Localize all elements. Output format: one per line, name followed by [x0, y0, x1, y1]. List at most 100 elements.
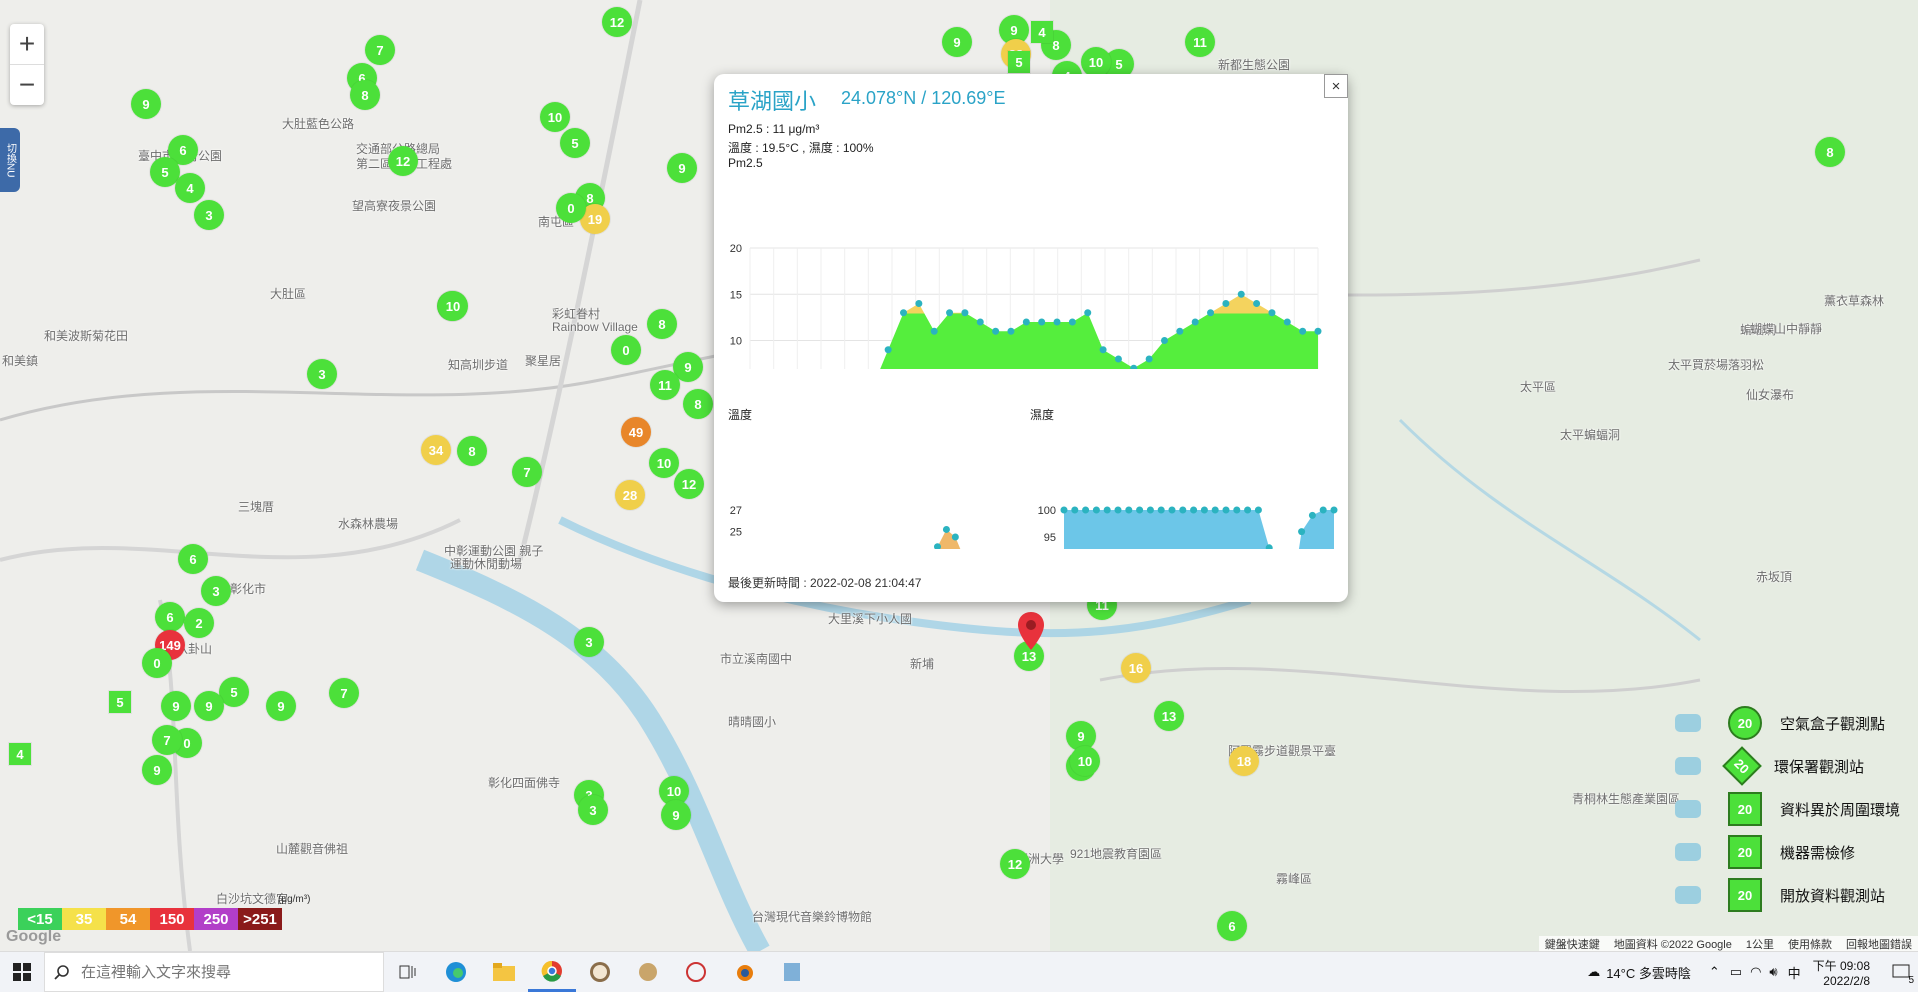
data-point [1130, 364, 1138, 369]
sensor-marker[interactable]: 12 [388, 146, 418, 176]
sensor-marker[interactable]: 0 [611, 335, 641, 365]
sensor-marker[interactable]: 10 [649, 448, 679, 478]
sensor-marker[interactable]: 9 [161, 691, 191, 721]
sensor-marker[interactable]: 9 [667, 153, 697, 183]
side-panel-tab[interactable]: 切換NU [0, 128, 20, 192]
sensor-marker[interactable]: 6 [1217, 911, 1247, 941]
attribution-link[interactable]: 地圖資料 ©2022 Google [1614, 936, 1732, 951]
sensor-marker[interactable]: 7 [365, 35, 395, 65]
sensor-marker[interactable]: 3 [194, 200, 224, 230]
data-point [961, 309, 969, 317]
sensor-marker[interactable]: 5 [1008, 51, 1030, 73]
sensor-marker[interactable]: 8 [457, 436, 487, 466]
sensor-marker[interactable]: 4 [9, 743, 31, 765]
game-app-icon[interactable] [624, 952, 672, 992]
sensor-marker[interactable]: 12 [1000, 849, 1030, 879]
sensor-marker[interactable]: 3 [307, 359, 337, 389]
sensor-marker[interactable]: 12 [602, 7, 632, 37]
sensor-marker[interactable]: 11 [1185, 27, 1215, 57]
location-pin-icon[interactable] [1018, 612, 1044, 655]
y-tick-label: 27 [730, 505, 742, 517]
humidity-chart: 80859095100 [1038, 505, 1338, 549]
data-point [1233, 506, 1241, 514]
map-canvas[interactable]: 大肚區和美鎮和美波斯菊花田大肚藍色公路臺中市政府公園交通部公路總局第二區養護工程… [0, 0, 1918, 951]
attribution-link[interactable]: 鍵盤快速鍵 [1545, 936, 1600, 951]
sensor-marker[interactable]: 9 [266, 691, 296, 721]
sensor-marker[interactable]: 9 [194, 691, 224, 721]
sensor-marker[interactable]: 9 [942, 27, 972, 57]
sensor-marker[interactable]: 4 [1031, 21, 1053, 43]
sensor-marker[interactable]: 28 [615, 480, 645, 510]
notification-icon[interactable]: 5 [1884, 952, 1918, 992]
clock[interactable]: 下午 09:08 2022/2/8 [1813, 957, 1870, 988]
area-fill [1064, 510, 1334, 549]
data-point [1298, 528, 1306, 536]
windows-start-icon[interactable] [0, 952, 44, 992]
sensor-marker[interactable]: 8 [647, 309, 677, 339]
legend-label: 開放資料觀測站 [1780, 887, 1886, 905]
sensor-marker[interactable]: 16 [1121, 653, 1151, 683]
clock-app-icon[interactable] [576, 952, 624, 992]
sensor-marker[interactable]: 34 [421, 435, 451, 465]
data-point [1060, 506, 1068, 514]
search-input[interactable] [79, 962, 363, 982]
sensor-marker[interactable]: 7 [329, 678, 359, 708]
sensor-marker[interactable]: 5 [560, 128, 590, 158]
sensor-marker[interactable]: 9 [142, 755, 172, 785]
battery-icon[interactable]: ▭ [1730, 964, 1742, 980]
task-view-icon[interactable] [384, 952, 432, 992]
notes-app-icon[interactable] [768, 952, 816, 992]
sensor-marker[interactable]: 10 [438, 291, 468, 321]
zoom-out-button[interactable]: − [10, 64, 44, 105]
chrome-browser-icon[interactable] [528, 952, 576, 992]
taskbar-search[interactable] [44, 952, 384, 992]
sensor-marker[interactable]: 13 [1154, 701, 1184, 731]
zoom-in-button[interactable]: + [10, 24, 44, 64]
sensor-marker[interactable]: 10 [540, 102, 570, 132]
sensor-marker[interactable]: 7 [512, 457, 542, 487]
attribution-link[interactable]: 使用條款 [1788, 936, 1832, 951]
attribution-link[interactable]: 回報地圖錯誤 [1846, 936, 1912, 951]
sensor-marker[interactable]: 10 [1070, 746, 1100, 776]
sensor-marker[interactable]: 11 [650, 370, 680, 400]
data-point [930, 327, 938, 335]
sensor-marker[interactable]: 3 [574, 627, 604, 657]
close-icon[interactable]: × [1324, 74, 1348, 98]
weather-reading: 溫度 : 19.5°C , 濕度 : 100% [728, 141, 874, 155]
chevron-up-icon[interactable]: ⌃ [1709, 964, 1720, 980]
sensor-marker[interactable]: 4 [175, 173, 205, 203]
network-app-icon[interactable] [672, 952, 720, 992]
sensor-marker[interactable]: 8 [683, 389, 713, 419]
blender-icon[interactable] [720, 952, 768, 992]
sensor-marker[interactable]: 3 [201, 576, 231, 606]
data-point [951, 533, 959, 541]
sensor-marker[interactable]: 7 [152, 725, 182, 755]
sensor-marker[interactable]: 9 [661, 800, 691, 830]
sensor-marker[interactable]: 6 [155, 602, 185, 632]
sensor-marker[interactable]: 18 [1229, 746, 1259, 776]
data-point [1191, 318, 1199, 326]
sensor-marker[interactable]: 6 [178, 544, 208, 574]
sensor-marker[interactable]: 9 [131, 89, 161, 119]
sensor-marker[interactable]: 10 [1081, 47, 1111, 77]
attribution-link[interactable]: 1公里 [1746, 936, 1774, 951]
sensor-marker[interactable]: 2 [184, 608, 214, 638]
edge-browser-icon[interactable] [432, 952, 480, 992]
wifi-icon[interactable]: ◠ [1750, 964, 1761, 980]
sensor-marker[interactable]: 8 [350, 80, 380, 110]
sensor-marker[interactable]: 0 [556, 193, 586, 223]
sensor-marker[interactable]: 0 [142, 648, 172, 678]
volume-icon[interactable]: 🔊︎ [1769, 964, 1777, 980]
data-point [1299, 327, 1307, 335]
sensor-marker[interactable]: 5 [109, 691, 131, 713]
sensor-marker[interactable]: 49 [621, 417, 651, 447]
sensor-marker[interactable]: 8 [1815, 137, 1845, 167]
file-explorer-icon[interactable] [480, 952, 528, 992]
ime-indicator[interactable]: 中 [1788, 963, 1801, 982]
place-label: 山麓觀音佛祖 [276, 842, 349, 856]
sensor-marker[interactable]: 3 [578, 795, 608, 825]
sensor-marker[interactable]: 12 [674, 469, 704, 499]
weather-text[interactable]: 14°C 多雲時陰 [1606, 963, 1691, 982]
data-point [1082, 506, 1090, 514]
place-label: 三塊厝 [238, 500, 275, 514]
